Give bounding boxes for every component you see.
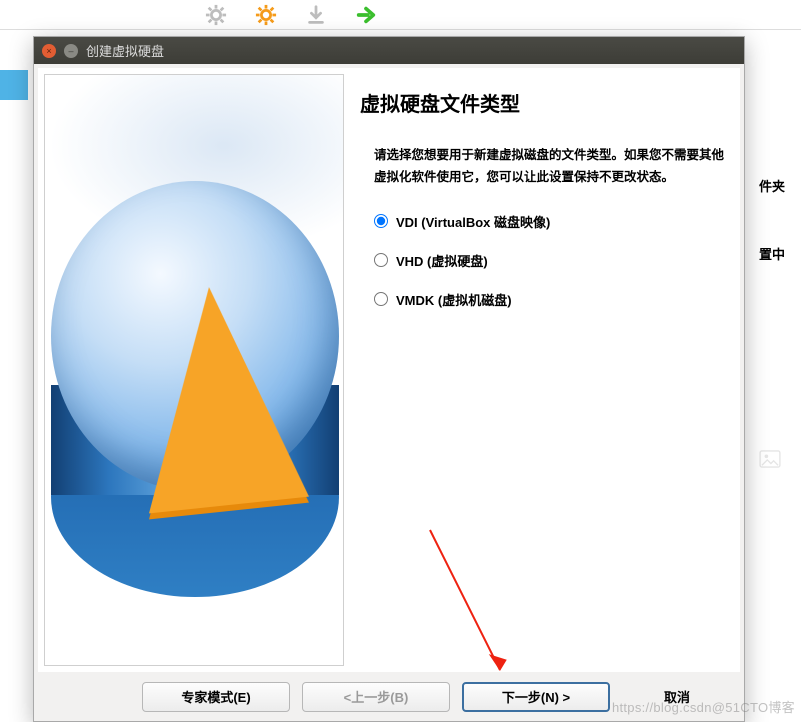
create-virtual-disk-dialog: × – 创建虚拟硬盘 虚拟硬盘文件类型 请选择您想要用于新建虚拟磁盘的文件类型。… (33, 36, 745, 722)
background-sidebar-strip (0, 70, 28, 100)
download-icon (305, 4, 327, 26)
filetype-radio-group: VDI (VirtualBox 磁盘映像) VHD (虚拟硬盘) VMDK (虚… (360, 212, 724, 309)
watermark-text: https://blog.csdn@51CTO博客 (612, 697, 795, 716)
page-heading: 虚拟硬盘文件类型 (360, 88, 724, 117)
back-button: <上一步(B) (302, 682, 450, 712)
forward-icon (355, 4, 377, 26)
dialog-title: 创建虚拟硬盘 (86, 41, 164, 60)
gear-orange-icon (255, 4, 277, 26)
radio-vhd[interactable]: VHD (虚拟硬盘) (374, 251, 724, 270)
next-button[interactable]: 下一步(N) > (462, 682, 610, 712)
background-text-fragment: 件夹 (759, 176, 801, 195)
background-toolbar (0, 0, 801, 30)
radio-input-vdi[interactable] (374, 214, 388, 228)
wizard-illustration (44, 74, 344, 666)
radio-input-vhd[interactable] (374, 253, 388, 267)
window-minimize-button[interactable]: – (64, 44, 78, 58)
radio-input-vmdk[interactable] (374, 292, 388, 306)
radio-vmdk[interactable]: VMDK (虚拟机磁盘) (374, 290, 724, 309)
gear-gray-icon (205, 4, 227, 26)
radio-label: VHD (虚拟硬盘) (396, 251, 488, 270)
dialog-body: 虚拟硬盘文件类型 请选择您想要用于新建虚拟磁盘的文件类型。如果您不需要其他虚拟化… (38, 68, 740, 672)
titlebar[interactable]: × – 创建虚拟硬盘 (34, 37, 744, 64)
disk-slice-icon (149, 277, 309, 514)
expert-mode-button[interactable]: 专家模式(E) (142, 682, 290, 712)
radio-vdi[interactable]: VDI (VirtualBox 磁盘映像) (374, 212, 724, 231)
window-close-button[interactable]: × (42, 44, 56, 58)
page-description: 请选择您想要用于新建虚拟磁盘的文件类型。如果您不需要其他虚拟化软件使用它，您可以… (360, 145, 724, 188)
radio-label: VMDK (虚拟机磁盘) (396, 290, 512, 309)
background-text-fragment: 置中 (759, 244, 801, 263)
radio-label: VDI (VirtualBox 磁盘映像) (396, 212, 550, 231)
image-placeholder-icon (759, 450, 781, 473)
wizard-content: 虚拟硬盘文件类型 请选择您想要用于新建虚拟磁盘的文件类型。如果您不需要其他虚拟化… (360, 74, 730, 666)
